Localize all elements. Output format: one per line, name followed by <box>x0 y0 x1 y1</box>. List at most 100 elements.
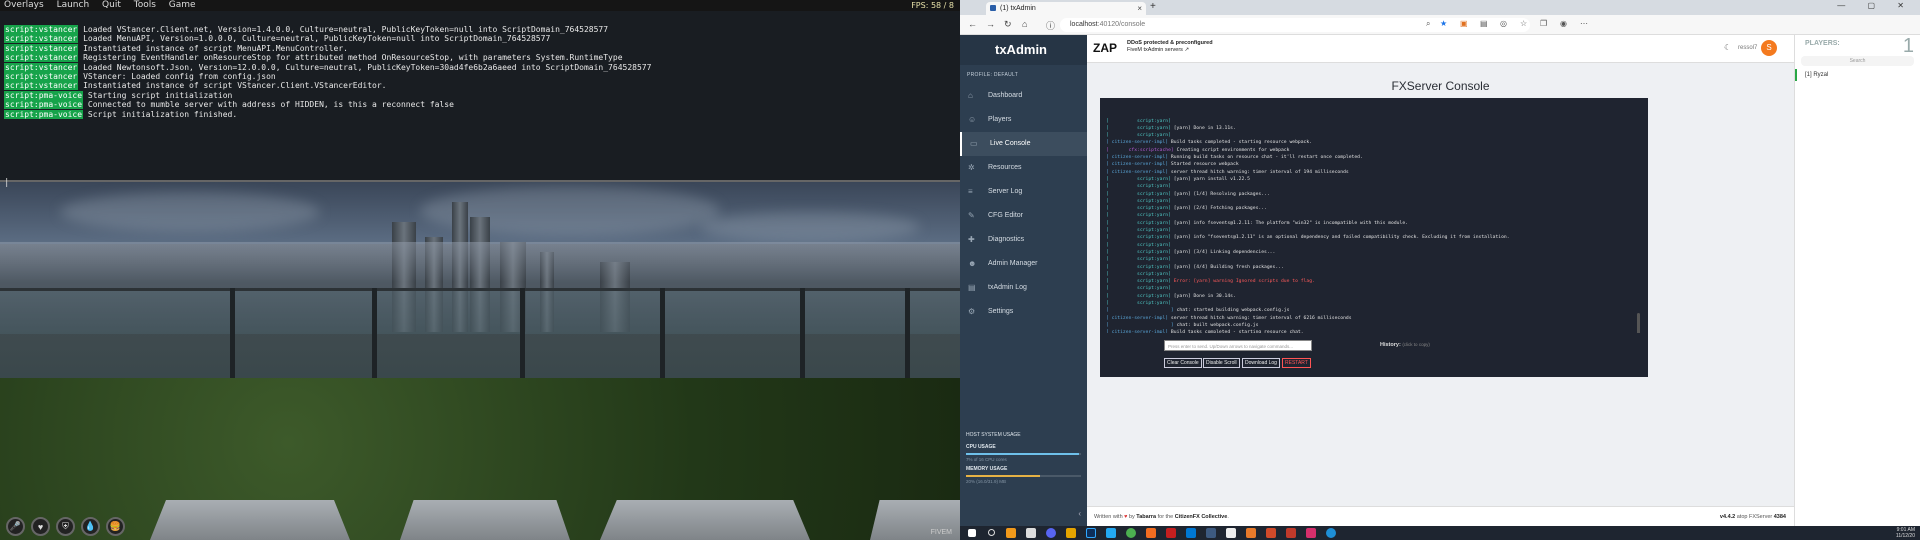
console-line: [ script:yarn] [yarn] Done in 30.14s. <box>1106 293 1642 300</box>
player-row[interactable]: [1] Ryzal <box>1795 69 1920 81</box>
console-line: [ script:yarn] [yarn] info fsevents@1.2.… <box>1106 220 1642 227</box>
console-line: [ citizen-server-impl] Running build tas… <box>1106 154 1642 161</box>
more-icon[interactable]: ⋯ <box>1580 19 1588 28</box>
app-icon-explorer[interactable] <box>1066 528 1076 538</box>
clock[interactable]: 9:01 AM 11/12/20 <box>1896 527 1915 539</box>
app-icon-social[interactable] <box>1306 528 1316 538</box>
sidebar-item-icon: ⌂ <box>968 91 973 100</box>
app-icon-origin[interactable] <box>1266 528 1276 538</box>
star-icon[interactable]: ★ <box>1440 19 1447 28</box>
clear-console-button[interactable]: Clear Console <box>1164 358 1202 368</box>
app-icon-firefox[interactable] <box>1146 528 1156 538</box>
sidebar-item-dashboard[interactable]: ⌂ Dashboard <box>960 84 1087 108</box>
console-line-text: [yarn] [1/4] Resolving packages... <box>1173 191 1270 197</box>
extension-icon[interactable]: ▣ <box>1460 19 1468 28</box>
app-icon-photoshop[interactable] <box>1086 528 1096 538</box>
profile-icon[interactable]: ◉ <box>1560 19 1567 28</box>
brand-logo[interactable]: txAdmin <box>960 35 1087 65</box>
console-command-input[interactable]: Press enter to send. Up/Down arrows to n… <box>1164 340 1312 351</box>
console-line: [ script:yarn] <box>1106 212 1642 219</box>
console-line-prefix: [ ] <box>1106 322 1177 328</box>
sidebar-item-players[interactable]: ☺ Players <box>960 108 1087 132</box>
f8-command-input[interactable]: | <box>0 175 960 193</box>
zap-ad[interactable]: DDoS protected & preconfigured FiveM txA… <box>1127 40 1213 54</box>
f8-log-tag: script:vstancer <box>4 72 79 82</box>
players-title: PLAYERS: <box>1805 40 1840 47</box>
menu-overlays[interactable]: Overlays <box>4 0 44 10</box>
water-icon: 💧 <box>81 517 100 536</box>
restart-button[interactable]: RESTART <box>1282 358 1311 368</box>
sidebar-item-live-console[interactable]: ▭ Live Console <box>960 132 1087 156</box>
console-line-prefix: [ script:yarn] <box>1106 118 1174 124</box>
sidebar-item-server-log[interactable]: ≡ Server Log <box>960 180 1087 204</box>
console-line-prefix: [ script:yarn] <box>1106 264 1174 270</box>
app-icon-rockstar[interactable] <box>1286 528 1296 538</box>
app-icon-chrome[interactable] <box>1126 528 1136 538</box>
sidebar-item-txadmin-log[interactable]: ▤ txAdmin Log <box>960 276 1087 300</box>
game-scene <box>0 182 960 540</box>
sidebar-item-label: Server Log <box>988 188 1023 195</box>
address-bar: ← → ↻ ⌂ ⓘ localhost:40120/console ⌕ ★ ▣ … <box>960 15 1920 35</box>
info-icon[interactable]: ⓘ <box>1046 19 1055 32</box>
start-icon[interactable] <box>968 529 976 537</box>
home-icon[interactable]: ⌂ <box>1022 19 1027 29</box>
sidebar-item-label: Diagnostics <box>988 236 1025 243</box>
sidebar-item-icon: ✚ <box>968 235 975 244</box>
zap-logo[interactable]: ZAP <box>1093 41 1117 55</box>
collapse-icon[interactable]: ‹ <box>1078 509 1081 518</box>
menu-game[interactable]: Game <box>169 0 196 10</box>
cpu-label: CPU USAGE <box>966 444 996 450</box>
app-icon-notepad[interactable] <box>1226 528 1236 538</box>
sidebar-item-settings[interactable]: ⚙ Settings <box>960 300 1087 324</box>
reload-icon[interactable]: ↻ <box>1004 19 1012 30</box>
favorites-icon[interactable]: ☆ <box>1520 19 1527 28</box>
f8-log-line: script:vstancer VStancer: Loaded config … <box>4 72 651 82</box>
new-tab-icon[interactable]: + <box>1150 1 1156 12</box>
app-icon-vlc[interactable] <box>1006 528 1016 538</box>
history-title: History: <box>1380 342 1401 348</box>
close-icon[interactable]: × <box>1137 2 1142 15</box>
zap-line1: DDoS protected & preconfigured <box>1127 40 1213 46</box>
menu-quit[interactable]: Quit <box>102 0 121 10</box>
sidebar-item-diagnostics[interactable]: ✚ Diagnostics <box>960 228 1087 252</box>
window-controls[interactable]: — ▢ ✕ <box>1837 1 1914 10</box>
reader-icon[interactable]: ▤ <box>1480 19 1488 28</box>
console-line-text: [yarn] yarn install v1.22.5 <box>1173 176 1250 182</box>
app-icon-filezilla[interactable] <box>1166 528 1176 538</box>
search-icon[interactable] <box>988 529 995 536</box>
disable-scroll-button[interactable]: Disable Scroll <box>1203 358 1240 368</box>
app-icon-discord[interactable] <box>1046 528 1056 538</box>
app-icon-fivem[interactable] <box>1246 528 1256 538</box>
console-line: [ script:yarn] <box>1106 198 1642 205</box>
sidebar-item-admin-manager[interactable]: ☻ Admin Manager <box>960 252 1087 276</box>
download-log-button[interactable]: Download Log <box>1242 358 1280 368</box>
app-icon-mail[interactable] <box>1186 528 1196 538</box>
zoom-icon[interactable]: ⌕ <box>1426 19 1430 29</box>
moon-icon[interactable]: ☾ <box>1724 43 1731 52</box>
tab-txadmin[interactable]: (1) txAdmin × <box>986 2 1146 15</box>
console-line: [ script:yarn] [yarn] [3/4] Linking depe… <box>1106 249 1642 256</box>
footer-author[interactable]: Tabarra <box>1136 514 1156 520</box>
app-icon-edge[interactable] <box>1326 528 1336 538</box>
avatar[interactable]: S <box>1761 40 1777 56</box>
console-line: [ script:yarn] [yarn] info "fsevents@1.2… <box>1106 234 1642 241</box>
app-icon-taskview[interactable] <box>1026 528 1036 538</box>
footer-collective[interactable]: CitizenFX Collective <box>1175 514 1228 520</box>
console-line-prefix: [ script:yarn] <box>1106 235 1174 241</box>
back-icon[interactable]: ← <box>968 19 977 29</box>
refresh-ext-icon[interactable]: ◎ <box>1500 19 1507 28</box>
console-line-prefix: [ script:yarn] <box>1106 257 1174 263</box>
username[interactable]: ressol7 <box>1738 45 1757 51</box>
players-search-input[interactable]: Search <box>1801 56 1914 66</box>
console-line-text: [yarn] Done in 13.11s. <box>1173 125 1236 131</box>
forward-icon[interactable]: → <box>986 19 995 29</box>
sidebar-item-resources[interactable]: ✲ Resources <box>960 156 1087 180</box>
app-icon-steam[interactable] <box>1206 528 1216 538</box>
menu-tools[interactable]: Tools <box>134 0 156 10</box>
app-icon-vscode[interactable] <box>1106 528 1116 538</box>
collections-icon[interactable]: ❐ <box>1540 19 1547 28</box>
menu-launch[interactable]: Launch <box>57 0 90 10</box>
history-label: History: (click to copy) <box>1380 342 1430 348</box>
sidebar-item-cfg-editor[interactable]: ✎ CFG Editor <box>960 204 1087 228</box>
f8-log-tag: script:vstancer <box>4 25 79 34</box>
